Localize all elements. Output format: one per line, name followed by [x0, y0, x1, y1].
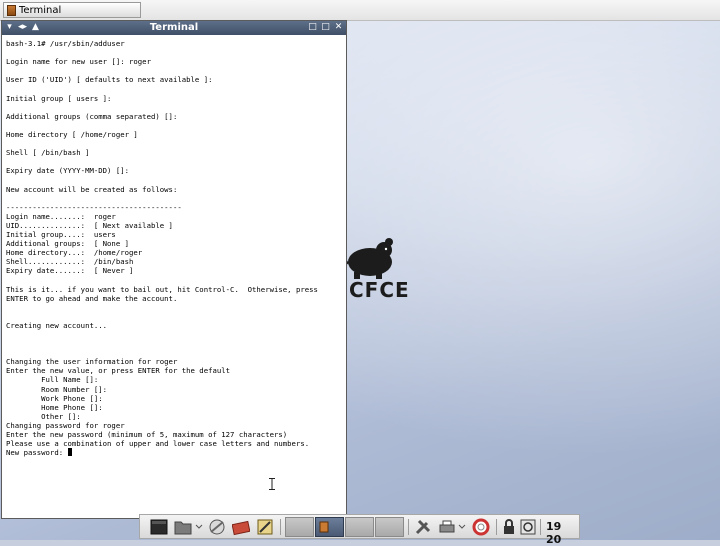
terminal-output-area[interactable]: bash-3.1# /usr/sbin/adduser Login name f… — [2, 35, 346, 518]
clock[interactable]: 19 20 — [546, 520, 579, 546]
settings-icon[interactable] — [414, 518, 432, 536]
logo-text: CFCE — [349, 278, 410, 302]
browser-icon[interactable] — [208, 518, 226, 536]
window-title: Terminal — [149, 22, 199, 33]
minimize-button[interactable]: □ — [307, 22, 318, 33]
terminal-icon[interactable] — [150, 518, 168, 536]
printer-icon[interactable] — [438, 518, 456, 536]
bottom-panel: 19 20 — [139, 514, 580, 546]
xfce-logo: CFCE — [340, 232, 409, 304]
maximize-button[interactable]: □ — [320, 22, 331, 33]
terminal-app-icon — [7, 4, 16, 16]
terminal-window[interactable]: ▾ ◂▸ ▲ Terminal □ □ ✕ bash-3.1# /usr/sbi… — [1, 20, 347, 519]
taskbar-button-label: Terminal — [19, 4, 62, 16]
file-manager-icon[interactable] — [174, 518, 192, 536]
panel-separator — [496, 519, 497, 535]
panel-separator — [540, 519, 541, 535]
password-prompt: New password: — [6, 448, 68, 458]
launcher-arrow-icon[interactable] — [195, 518, 203, 536]
close-button[interactable]: ✕ — [333, 22, 344, 33]
ibeam-cursor-icon — [269, 478, 275, 490]
workspace-1[interactable] — [285, 517, 314, 537]
workspace-3[interactable] — [345, 517, 374, 537]
window-title-bar[interactable]: ▾ ◂▸ ▲ Terminal □ □ ✕ — [2, 21, 346, 35]
lock-icon[interactable] — [502, 518, 516, 536]
panel-separator — [280, 519, 281, 535]
window-thumbnail-icon — [319, 521, 329, 533]
printer-arrow-icon[interactable] — [458, 518, 466, 536]
mouse-logo-icon — [341, 238, 393, 279]
help-icon[interactable] — [472, 518, 490, 536]
terminal-history: bash-3.1# /usr/sbin/adduser Login name f… — [6, 39, 318, 449]
mail-icon[interactable] — [232, 518, 250, 536]
taskbar-button-terminal[interactable]: Terminal — [3, 2, 141, 18]
text-cursor — [67, 448, 72, 457]
panel-separator — [408, 519, 409, 535]
workspace-4[interactable] — [375, 517, 404, 537]
terminal-text: bash-3.1# /usr/sbin/adduser Login name f… — [6, 39, 342, 457]
power-icon[interactable] — [520, 518, 536, 536]
workspace-2[interactable] — [315, 517, 344, 537]
editor-icon[interactable] — [256, 518, 274, 536]
top-taskbar: Terminal — [0, 0, 720, 21]
